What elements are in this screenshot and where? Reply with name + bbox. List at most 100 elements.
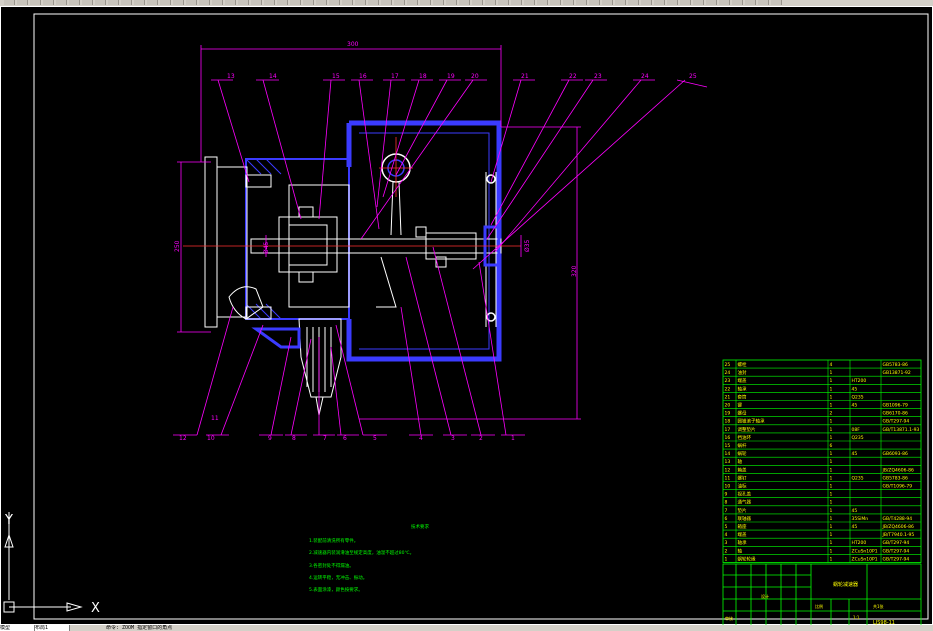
balloon-11: 11 [211,415,219,422]
toolbar-button[interactable] [43,0,54,5]
toolbar-button[interactable] [758,0,769,5]
technical-notes: 技术要求 1.装配前清洗所有零件。 2.减速器内装润滑油至规定高度，油温不超过8… [309,523,429,593]
dim-left-height: 250 [174,240,181,252]
table-row: 4 端盖 1 JB/T7940.1-95 [725,531,915,538]
toolbar-button[interactable] [121,0,132,5]
toolbar-button[interactable] [433,0,444,5]
toolbar-button[interactable] [381,0,392,5]
toolbar-button[interactable] [628,0,639,5]
balloon-7: 7 [323,435,327,442]
table-cell-mat: 08F [852,427,861,433]
table-cell-std: GB/T4288-94 [883,516,913,522]
toolbar-button[interactable] [251,0,262,5]
toolbar-button[interactable] [108,0,119,5]
toolbar-button[interactable] [199,0,210,5]
toolbar-button[interactable] [316,0,327,5]
table-cell-name: 圆锥滚子轴承 [738,418,765,425]
toolbar-button[interactable] [537,0,548,5]
toolbar-button[interactable] [680,0,691,5]
toolbar-button[interactable] [550,0,561,5]
toolbar-button[interactable] [394,0,405,5]
toolbar-button[interactable] [225,0,236,5]
table-cell-name: 箱座 [738,523,747,530]
toolbar-button[interactable] [420,0,431,5]
balloon-19: 19 [447,73,455,80]
toolbar-button[interactable] [160,0,171,5]
gear-arm [376,181,402,308]
tab-model[interactable]: 模型 [0,625,35,631]
tab-layout1-label: 布局1 [35,625,49,631]
table-cell-std: GB6170-86 [883,411,909,417]
toolbar-button[interactable] [732,0,743,5]
toolbar-button[interactable] [485,0,496,5]
toolbar-button[interactable] [147,0,158,5]
toolbar-button[interactable] [264,0,275,5]
dim-shaft-left: Ø45 [263,241,270,254]
tab-layout1[interactable]: 布局1 [35,625,70,631]
table-cell-name: 螺母 [738,410,747,417]
toolbar-button[interactable] [342,0,353,5]
table-cell-qty: 1 [830,556,833,562]
table-row: 5 箱座 1 45 JB/ZQ4606-86 [725,523,914,530]
toolbar-button[interactable] [134,0,145,5]
toolbar-button[interactable] [69,0,80,5]
toolbar-button[interactable] [56,0,67,5]
table-cell-mat: HT200 [852,540,867,546]
toolbar-button[interactable] [615,0,626,5]
toolbar-button[interactable] [693,0,704,5]
notes-line-5: 5.表面涂漆，颜色按要求。 [309,586,363,593]
table-row: 14 蜗轮 1 45 GB6093-86 [725,450,909,457]
toolbar-button[interactable] [173,0,184,5]
toolbar-button[interactable] [407,0,418,5]
table-cell-std: GB1096-79 [883,403,909,409]
table-row: 24 油封 1 GB13871-92 [725,369,911,376]
title-label-checked: 审核 [725,615,733,621]
toolbar-button[interactable] [446,0,457,5]
toolbar-button[interactable] [706,0,717,5]
toolbar-button[interactable] [17,0,28,5]
table-cell-name: 箱盖 [738,466,747,473]
command-line[interactable]: 命令: ZOOM 指定窗口的角点 [106,625,172,631]
toolbar-button[interactable] [641,0,652,5]
toolbar-button[interactable] [472,0,483,5]
table-cell-qty: 1 [830,532,833,538]
toolbar-button[interactable] [459,0,470,5]
toolbar-button[interactable] [212,0,223,5]
drawing-canvas[interactable]: 300 250 Ø45 Ø35 320 13 14 15 16 17 18 19… [0,6,933,626]
toolbar-button[interactable] [563,0,574,5]
table-cell-no: 8 [725,500,728,506]
toolbar-button[interactable] [771,0,782,5]
toolbar-button[interactable] [667,0,678,5]
table-cell-qty: 1 [830,467,833,473]
toolbar-button[interactable] [719,0,730,5]
toolbar-button[interactable] [355,0,366,5]
toolbar-button[interactable] [511,0,522,5]
toolbar-button[interactable] [498,0,509,5]
toolbar-button[interactable] [654,0,665,5]
table-cell-name: 套筒 [738,393,747,400]
balloon-14: 14 [269,73,277,80]
toolbar-button[interactable] [589,0,600,5]
table-cell-qty: 4 [830,362,833,368]
toolbar-button[interactable] [186,0,197,5]
dim-right-height: 320 [571,265,578,277]
toolbar-button[interactable] [238,0,249,5]
toolbar-button[interactable] [4,0,15,5]
toolbar-button[interactable] [368,0,379,5]
toolbar-button[interactable] [576,0,587,5]
toolbar-button[interactable] [95,0,106,5]
toolbar-button[interactable] [745,0,756,5]
toolbar-button[interactable] [30,0,41,5]
toolbar-button[interactable] [602,0,613,5]
toolbar-button[interactable] [82,0,93,5]
title-block [722,563,922,626]
toolbar-button[interactable] [329,0,340,5]
toolbar-button[interactable] [277,0,288,5]
toolbar-button[interactable] [303,0,314,5]
toolbar-button[interactable] [290,0,301,5]
table-row: 15 蜗杆 6 [725,442,833,449]
notes-heading: 技术要求 [411,523,429,530]
table-cell-mat: Q235 [852,475,864,481]
toolbar-button[interactable] [524,0,535,5]
balloon-5: 5 [373,435,377,442]
